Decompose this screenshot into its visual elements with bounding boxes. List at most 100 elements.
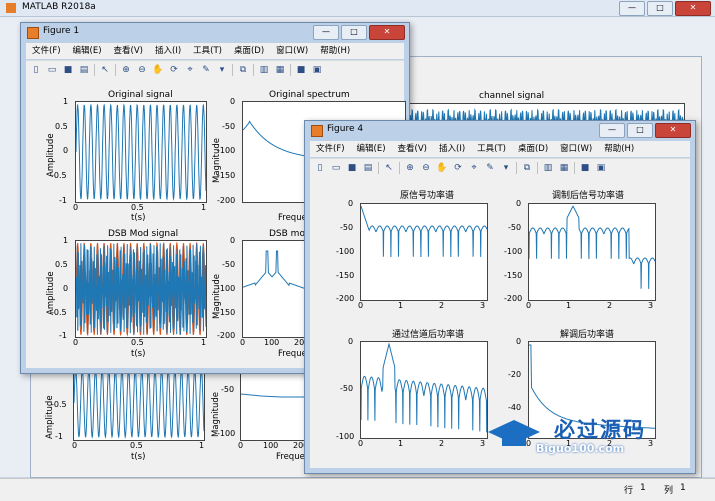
menu-view[interactable]: 查看(V) (398, 141, 427, 157)
plot-title: Original signal (108, 90, 173, 100)
menu-window[interactable]: 窗口(W) (276, 43, 308, 59)
zoom-in-icon[interactable]: ⊕ (120, 64, 132, 76)
dsb-mod-signal-plot (76, 241, 206, 337)
menu-view[interactable]: 查看(V) (114, 43, 143, 59)
hide-plot-tools-icon[interactable]: ■ (295, 64, 307, 76)
pointer-icon[interactable]: ↖ (383, 162, 395, 174)
figure1-titlebar[interactable]: Figure 1 — □ ✕ (21, 23, 409, 41)
minimize-button[interactable]: — (619, 1, 645, 16)
ytick: -100 (504, 247, 523, 256)
colorbar-icon[interactable]: ▥ (258, 64, 270, 76)
zoom-in-icon[interactable]: ⊕ (404, 162, 416, 174)
graduation-cap-icon (488, 420, 540, 446)
figure1-close-button[interactable]: ✕ (369, 25, 405, 40)
figure4-toolbar: ▯ ▭ ■ ▤ ↖ ⊕ ⊖ ✋ ⟳ ⌖ ✎ ▾ ⧉ ▥ ▦ ■ ▣ (310, 158, 690, 177)
xtick: 0 (358, 301, 364, 310)
brush-icon[interactable]: ✎ (200, 64, 212, 76)
data-cursor-icon[interactable]: ⌖ (184, 64, 196, 76)
menu-help[interactable]: 帮助(H) (604, 141, 634, 157)
modulated-power-spectrum-plot (529, 205, 655, 289)
pointer-icon[interactable]: ↖ (99, 64, 111, 76)
ytick: -1 (59, 196, 67, 205)
ytick: 1 (63, 236, 69, 245)
menu-edit[interactable]: 编辑(E) (357, 141, 386, 157)
toolbar-separator (94, 64, 95, 76)
figure4-close-button[interactable]: ✕ (655, 123, 691, 138)
print-icon[interactable]: ▤ (78, 64, 90, 76)
bg-amplitude-axes (73, 365, 205, 441)
rotate-icon[interactable]: ⟳ (452, 162, 464, 174)
show-plot-tools-icon[interactable]: ▣ (595, 162, 607, 174)
figure4-minimize-button[interactable]: — (599, 123, 625, 138)
ytick: -20 (508, 370, 522, 379)
show-plot-tools-icon[interactable]: ▣ (311, 64, 323, 76)
brush-icon[interactable]: ✎ (484, 162, 496, 174)
figure-icon (27, 27, 39, 39)
menu-desktop[interactable]: 桌面(D) (518, 141, 548, 157)
xtick: 2 (439, 439, 445, 448)
legend-icon[interactable]: ▦ (274, 64, 286, 76)
figure1-minimize-button[interactable]: — (313, 25, 339, 40)
zoom-out-icon[interactable]: ⊖ (136, 64, 148, 76)
xtick: 2 (607, 301, 613, 310)
open-file-icon[interactable]: ▭ (330, 162, 342, 174)
bg-xtick: 100 (263, 441, 279, 450)
print-icon[interactable]: ▤ (362, 162, 374, 174)
ylabel: Magnitude (212, 273, 222, 319)
open-file-icon[interactable]: ▭ (46, 64, 58, 76)
figure1-menubar: 文件(F) 编辑(E) 查看(V) 插入(I) 工具(T) 桌面(D) 窗口(W… (26, 43, 404, 59)
bg-magnitude-axes (240, 365, 310, 441)
menu-desktop[interactable]: 桌面(D) (234, 43, 264, 59)
plot-title: 调制后信号功率谱 (552, 191, 625, 201)
menu-window[interactable]: 窗口(W) (560, 141, 592, 157)
figure1-title: Figure 1 (43, 26, 80, 36)
menu-file[interactable]: 文件(F) (316, 141, 345, 157)
col-label: 列 (664, 486, 674, 496)
link-plot-icon[interactable]: ⧉ (521, 162, 533, 174)
menu-help[interactable]: 帮助(H) (320, 43, 350, 59)
bg-ytick: -1 (55, 432, 63, 441)
xlabel: t(s) (131, 349, 146, 359)
ytick: -50 (222, 260, 236, 269)
dropdown-arrow-icon[interactable]: ▾ (500, 162, 512, 174)
figure-icon (311, 125, 323, 137)
bg-xtick: 0 (72, 441, 78, 450)
colorbar-icon[interactable]: ▥ (542, 162, 554, 174)
pan-icon[interactable]: ✋ (436, 162, 448, 174)
save-icon[interactable]: ■ (62, 64, 74, 76)
save-icon[interactable]: ■ (346, 162, 358, 174)
menu-tools[interactable]: 工具(T) (193, 43, 222, 59)
pan-icon[interactable]: ✋ (152, 64, 164, 76)
bg-amplitude-xlabel: t(s) (131, 452, 146, 462)
new-figure-icon[interactable]: ▯ (30, 64, 42, 76)
close-button[interactable]: ✕ (675, 1, 711, 16)
menu-file[interactable]: 文件(F) (32, 43, 61, 59)
xtick: 0 (358, 439, 364, 448)
plot-title: DSB Mod signal (108, 229, 179, 239)
menu-insert[interactable]: 插入(I) (439, 141, 465, 157)
rotate-icon[interactable]: ⟳ (168, 64, 180, 76)
data-cursor-icon[interactable]: ⌖ (468, 162, 480, 174)
menu-tools[interactable]: 工具(T) (477, 141, 506, 157)
figure4-title: Figure 4 (327, 124, 364, 134)
maximize-button[interactable]: □ (647, 1, 673, 16)
dropdown-arrow-icon[interactable]: ▾ (216, 64, 228, 76)
menu-insert[interactable]: 插入(I) (155, 43, 181, 59)
figure1-maximize-button[interactable]: □ (341, 25, 367, 40)
zoom-out-icon[interactable]: ⊖ (420, 162, 432, 174)
ylabel: Amplitude (46, 133, 56, 177)
ytick: 0.5 (55, 260, 68, 269)
new-figure-icon[interactable]: ▯ (314, 162, 326, 174)
xtick: 3 (648, 301, 654, 310)
figure4-titlebar[interactable]: Figure 4 — □ ✕ (305, 121, 695, 139)
row-value: 1 (640, 483, 646, 493)
toolbar-separator (232, 64, 233, 76)
ytick: -50 (340, 223, 354, 232)
hide-plot-tools-icon[interactable]: ■ (579, 162, 591, 174)
figure4-maximize-button[interactable]: □ (627, 123, 653, 138)
menu-edit[interactable]: 编辑(E) (73, 43, 102, 59)
legend-icon[interactable]: ▦ (558, 162, 570, 174)
ytick: -100 (336, 247, 355, 256)
link-plot-icon[interactable]: ⧉ (237, 64, 249, 76)
bg-xtick: 0 (238, 441, 244, 450)
